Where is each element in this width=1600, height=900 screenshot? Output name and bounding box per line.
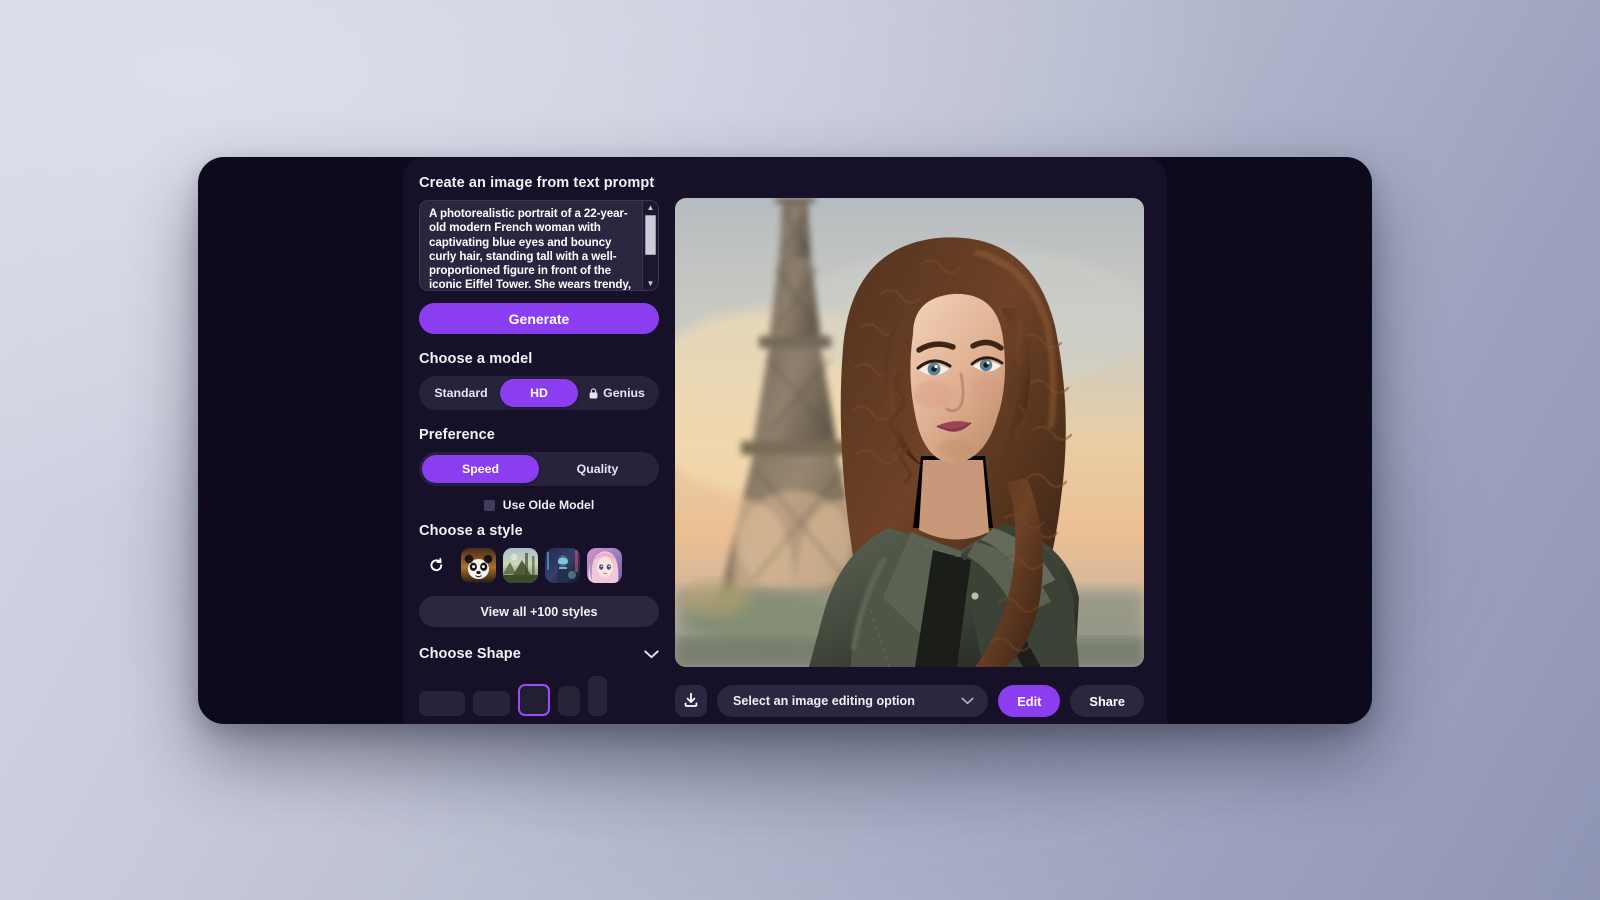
download-icon (683, 692, 699, 711)
desktop-background: Create an image from text prompt A photo… (0, 0, 1600, 900)
style-thumbnail-row (419, 548, 659, 583)
model-option-genius-label: Genius (603, 386, 645, 400)
choose-style-label: Choose a style (419, 523, 523, 539)
image-toolbar: Select an image editing option Edit Shar… (675, 685, 1144, 717)
use-olde-model-checkbox[interactable] (483, 499, 495, 511)
prompt-text: A photorealistic portrait of a 22-year-o… (429, 207, 631, 291)
chevron-down-icon[interactable] (644, 649, 659, 659)
choose-shape-label: Choose Shape (419, 646, 521, 662)
generated-image[interactable] (675, 198, 1144, 667)
share-button[interactable]: Share (1070, 685, 1144, 717)
shape-option-landscape-wide[interactable] (419, 691, 465, 716)
app-window: Create an image from text prompt A photo… (198, 157, 1372, 724)
page-title: Create an image from text prompt (419, 175, 655, 191)
use-olde-model-label: Use Olde Model (502, 498, 595, 512)
lock-icon (589, 387, 598, 399)
model-option-hd[interactable]: HD (500, 379, 578, 407)
prompt-scrollbar[interactable]: ▲ ▼ (642, 201, 658, 290)
shape-option-square[interactable] (518, 684, 550, 716)
preview-column: Select an image editing option Edit Shar… (675, 157, 1167, 724)
generate-button[interactable]: Generate (419, 303, 659, 334)
prompt-input[interactable]: A photorealistic portrait of a 22-year-o… (419, 200, 659, 291)
choose-model-label: Choose a model (419, 351, 533, 367)
download-button[interactable] (675, 685, 707, 717)
scrollbar-thumb[interactable] (645, 215, 656, 255)
preference-option-speed[interactable]: Speed (422, 455, 539, 483)
choose-shape-header[interactable]: Choose Shape (419, 646, 659, 662)
model-option-hd-label: HD (530, 386, 548, 400)
scroll-down-icon[interactable]: ▼ (643, 277, 659, 290)
preference-segmented-control: Speed Quality (419, 452, 659, 486)
preference-option-quality-label: Quality (576, 462, 619, 476)
preference-option-quality[interactable]: Quality (539, 455, 656, 483)
model-option-standard-label: Standard (434, 386, 488, 400)
style-thumb-anime[interactable] (587, 548, 622, 583)
style-thumb-panda[interactable] (461, 548, 496, 583)
preference-option-speed-label: Speed (462, 462, 499, 476)
style-thumb-cyberpunk[interactable] (545, 548, 580, 583)
controls-column: Create an image from text prompt A photo… (403, 157, 675, 724)
view-all-styles-button[interactable]: View all +100 styles (419, 596, 659, 627)
app-panel: Create an image from text prompt A photo… (403, 157, 1167, 724)
shape-option-portrait-tall[interactable] (588, 676, 607, 716)
model-segmented-control: Standard HD Genius (419, 376, 659, 410)
reset-style-icon[interactable] (419, 548, 454, 583)
preference-label: Preference (419, 427, 495, 443)
image-editing-select[interactable]: Select an image editing option (717, 685, 989, 717)
shape-options-row (419, 674, 659, 716)
edit-button[interactable]: Edit (998, 685, 1061, 717)
shape-option-portrait[interactable] (558, 686, 580, 716)
scroll-up-icon[interactable]: ▲ (643, 201, 659, 214)
use-olde-model-row: Use Olde Model (419, 498, 659, 512)
image-editing-select-value: Select an image editing option (733, 694, 915, 708)
model-option-genius[interactable]: Genius (578, 379, 656, 407)
chevron-down-icon (961, 692, 974, 710)
model-option-standard[interactable]: Standard (422, 379, 500, 407)
shape-option-landscape[interactable] (473, 691, 510, 716)
style-thumb-landscape[interactable] (503, 548, 538, 583)
